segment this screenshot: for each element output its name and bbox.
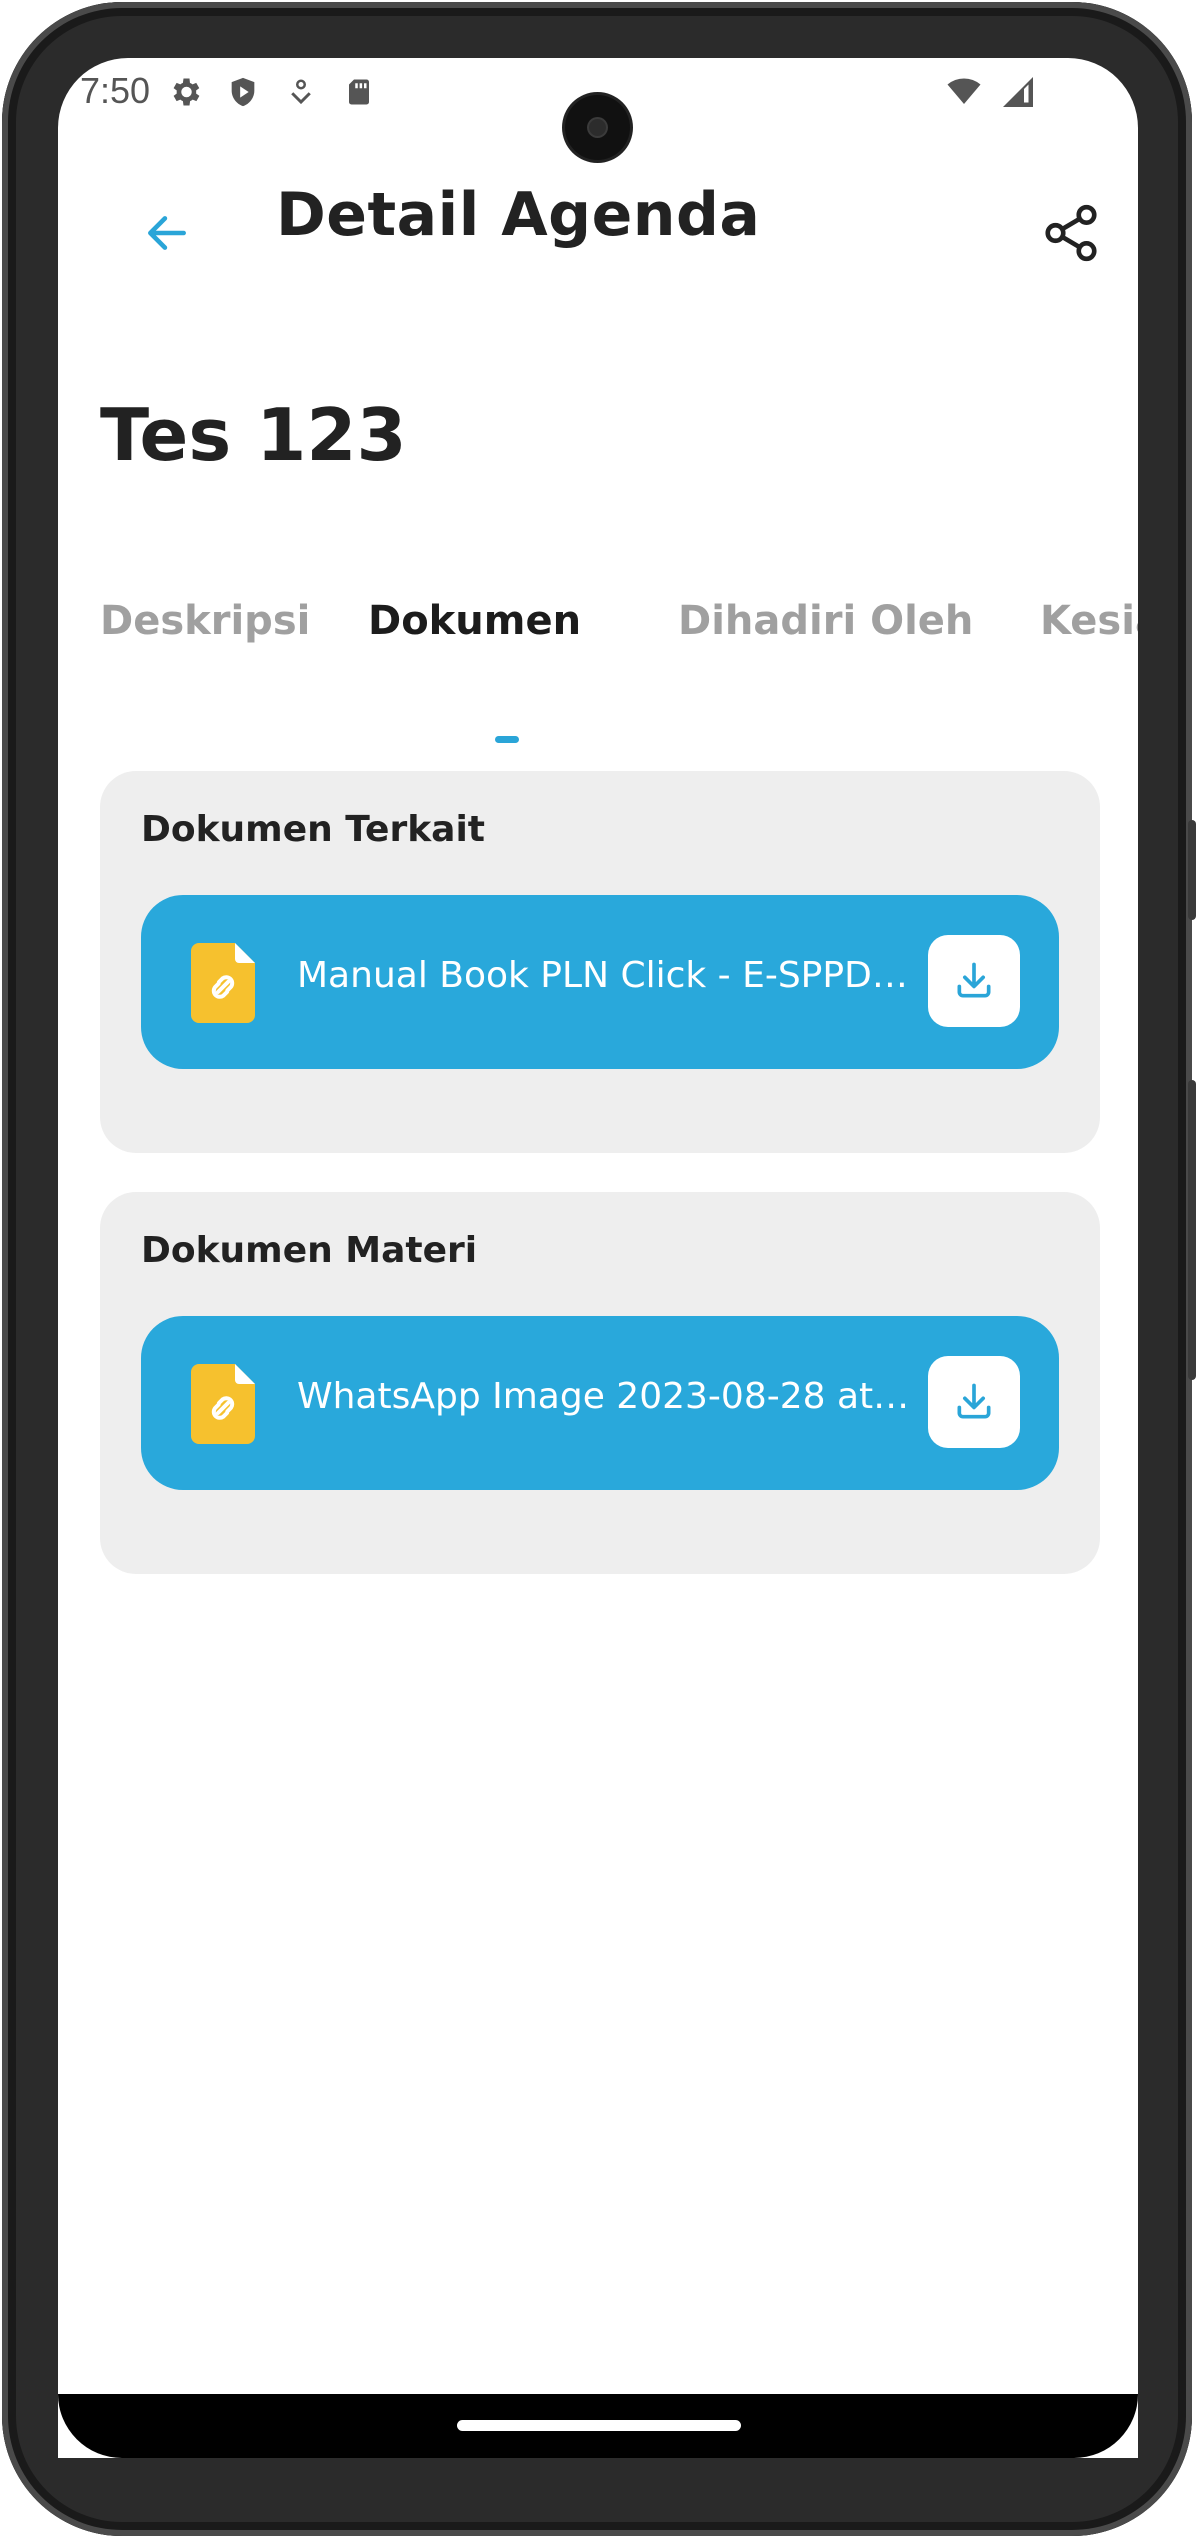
screen: 7:50 Detail Agenda Tes 123 Deskripsi Dok… <box>58 58 1138 2458</box>
share-icon <box>1045 204 1097 262</box>
tab-kesiapan[interactable]: Kesiapa <box>1040 598 1138 644</box>
agenda-title: Tes 123 <box>100 393 407 477</box>
download-button[interactable] <box>928 935 1020 1027</box>
shield-icon <box>221 70 265 114</box>
phone-frame: 7:50 Detail Agenda Tes 123 Deskripsi Dok… <box>0 0 1200 2541</box>
document-item[interactable]: Manual Book PLN Click - E-SPPD ... <box>141 895 1059 1069</box>
volume-button <box>1188 1080 1196 1380</box>
arrow-left-icon <box>148 216 186 250</box>
wifi-icon <box>942 70 986 114</box>
section-title: Dokumen Materi <box>141 1230 478 1271</box>
status-icons-right <box>942 70 1040 114</box>
tab-active-indicator <box>495 736 519 743</box>
section-dokumen-terkait: Dokumen Terkait Manual Book PLN Click - … <box>100 771 1100 1153</box>
front-camera <box>565 95 630 160</box>
page-title: Detail Agenda <box>276 180 761 250</box>
tab-deskripsi[interactable]: Deskripsi <box>100 598 310 644</box>
sd-card-icon <box>337 70 381 114</box>
download-icon <box>957 1383 991 1419</box>
power-button <box>1188 820 1196 920</box>
tab-dokumen[interactable]: Dokumen <box>368 598 581 644</box>
download-icon <box>957 962 991 998</box>
back-button[interactable] <box>132 198 202 268</box>
location-icon <box>279 70 323 114</box>
tab-dihadiri-oleh[interactable]: Dihadiri Oleh <box>678 598 973 644</box>
document-name: WhatsApp Image 2023-08-28 at ... <box>297 1376 917 1417</box>
tab-bar: Deskripsi Dokumen Dihadiri Oleh Kesiapa <box>100 598 1138 743</box>
status-icons-left <box>163 70 381 114</box>
share-button[interactable] <box>1028 190 1114 276</box>
file-link-icon <box>191 1364 255 1444</box>
download-button[interactable] <box>928 1356 1020 1448</box>
signal-icon <box>996 70 1040 114</box>
document-item[interactable]: WhatsApp Image 2023-08-28 at ... <box>141 1316 1059 1490</box>
file-link-icon <box>191 943 255 1023</box>
document-name: Manual Book PLN Click - E-SPPD ... <box>297 955 917 996</box>
section-dokumen-materi: Dokumen Materi WhatsApp Image 2023-08-28… <box>100 1192 1100 1574</box>
home-indicator[interactable] <box>457 2420 741 2431</box>
gear-icon <box>163 70 207 114</box>
status-time: 7:50 <box>80 70 151 111</box>
section-title: Dokumen Terkait <box>141 809 486 850</box>
